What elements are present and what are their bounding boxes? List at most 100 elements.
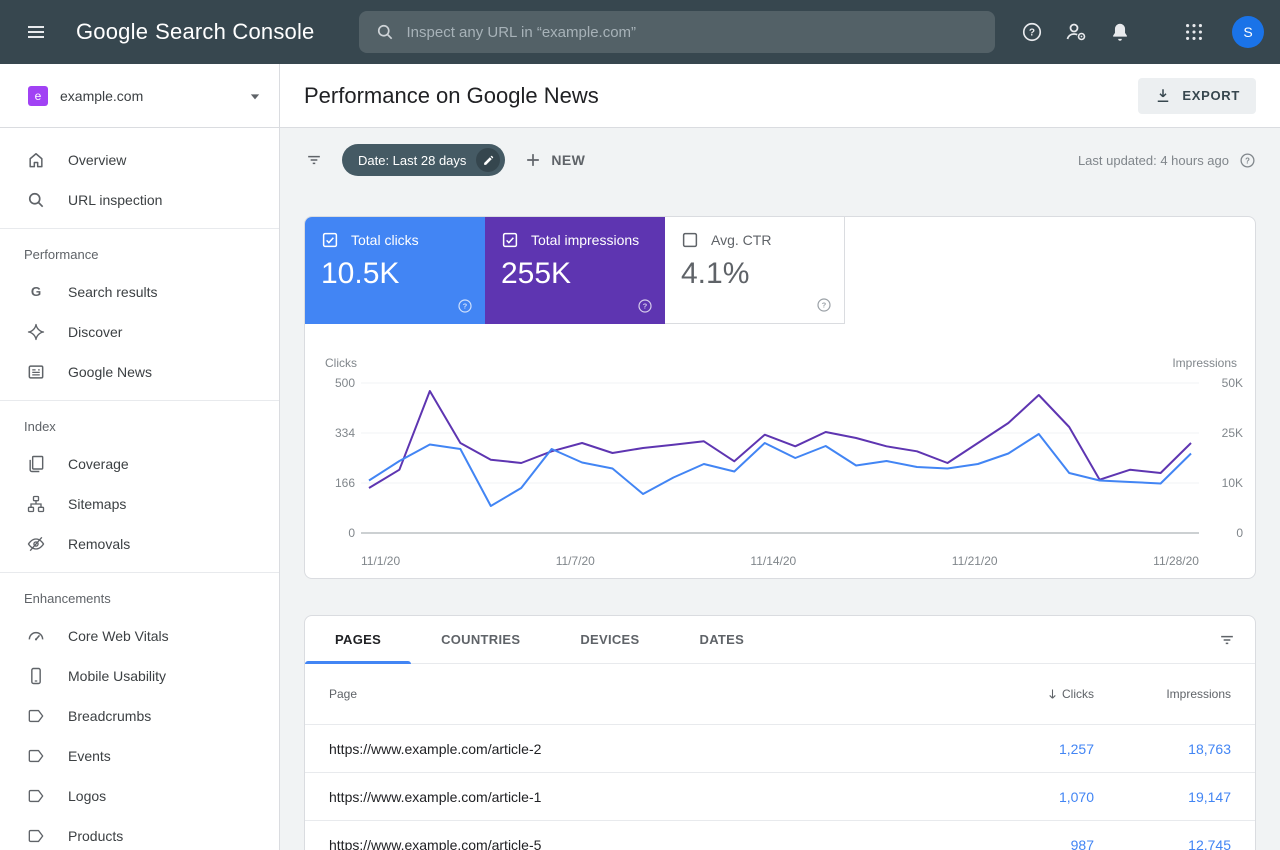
column-header-impressions[interactable]: Impressions	[1094, 687, 1231, 701]
help-button[interactable]	[1012, 12, 1052, 52]
clicks-value: 987	[1070, 836, 1094, 850]
column-label: Clicks	[1062, 687, 1094, 701]
checkbox-checked-icon	[321, 231, 339, 249]
topbar-actions: S	[1012, 12, 1264, 52]
logo-product-name: Search Console	[155, 19, 315, 44]
sidebar-item-url-inspection[interactable]: URL inspection	[0, 180, 279, 220]
avg-ctr-card[interactable]: Avg. CTR 4.1%	[665, 217, 845, 324]
metric-label: Total clicks	[351, 232, 419, 248]
sparkle-icon	[26, 322, 46, 342]
nav-label: URL inspection	[68, 192, 163, 208]
tab-devices[interactable]: DEVICES	[550, 616, 669, 664]
url-inspect-searchbar[interactable]	[358, 11, 995, 53]
performance-chart: Clicks Impressions 500 334 166 0 50K 25K…	[305, 324, 1255, 578]
sidebar-item-core-web-vitals[interactable]: Core Web Vitals	[0, 616, 279, 656]
clicks-value: 1,070	[1058, 788, 1094, 805]
tab-countries[interactable]: COUNTRIES	[411, 616, 550, 664]
section-performance: Performance Search results Discover Goog…	[0, 228, 279, 392]
pages-icon	[26, 454, 46, 474]
y-tick: 0	[348, 526, 355, 540]
main-content: Performance on Google News EXPORT Date: …	[280, 64, 1280, 850]
nav-label: Events	[68, 748, 111, 764]
chart-plot[interactable]	[361, 380, 1199, 536]
page-url: https://www.example.com/article-2	[329, 740, 542, 757]
notifications-button[interactable]	[1100, 12, 1140, 52]
last-updated-help[interactable]	[1239, 152, 1256, 169]
account-avatar[interactable]: S	[1232, 16, 1264, 48]
menu-button[interactable]	[16, 12, 56, 52]
manage-users-button[interactable]	[1056, 12, 1096, 52]
sitemap-tree-icon	[26, 494, 46, 514]
tag-icon	[26, 786, 46, 806]
filter-bar: Date: Last 28 days NEW Last updated: 4 h…	[280, 128, 1280, 192]
question-icon[interactable]	[816, 297, 832, 313]
impressions-value: 12,745	[1188, 836, 1231, 850]
filter-icon	[304, 150, 324, 170]
table-filter-button[interactable]	[1207, 620, 1247, 660]
edit-date-button[interactable]	[476, 148, 501, 172]
question-icon	[1239, 152, 1256, 169]
table-row[interactable]: https://www.example.com/article-2 1,257 …	[305, 724, 1255, 772]
tag-icon	[26, 826, 46, 846]
nav-label: Logos	[68, 788, 107, 804]
sidebar-item-sitemaps[interactable]: Sitemaps	[0, 484, 279, 524]
performance-panel: Total clicks 10.5K Total impressions 255…	[304, 216, 1256, 579]
card-header: Avg. CTR	[681, 231, 828, 249]
sidebar-item-overview[interactable]: Overview	[0, 140, 279, 180]
sidebar-item-coverage[interactable]: Coverage	[0, 444, 279, 484]
sort-desc-icon	[1045, 687, 1060, 702]
nav-label: Coverage	[68, 456, 129, 472]
date-filter-label: Date: Last 28 days	[358, 152, 467, 168]
right-axis-title: Impressions	[1172, 356, 1237, 370]
sidebar-item-logos[interactable]: Logos	[0, 776, 279, 816]
sidebar-item-discover[interactable]: Discover	[0, 312, 279, 352]
url-inspect-input[interactable]	[406, 23, 979, 41]
table-header-row: Page Clicks Impressions	[305, 664, 1255, 724]
sidebar-item-breadcrumbs[interactable]: Breadcrumbs	[0, 696, 279, 736]
column-header-clicks[interactable]: Clicks	[974, 687, 1094, 702]
nav-label: Mobile Usability	[68, 668, 167, 684]
google-g-icon	[26, 282, 46, 302]
left-axis-title: Clicks	[325, 356, 357, 370]
page-url: https://www.example.com/article-5	[329, 836, 542, 850]
google-apps-button[interactable]	[1174, 12, 1214, 52]
checkbox-unchecked-icon	[681, 231, 699, 249]
nav-label: Overview	[68, 152, 127, 168]
new-filter-button[interactable]: NEW	[523, 150, 585, 170]
sidebar-item-mobile-usability[interactable]: Mobile Usability	[0, 656, 279, 696]
column-header-page[interactable]: Page	[329, 687, 974, 701]
property-badge: e	[28, 85, 48, 106]
property-selector[interactable]: e example.com	[0, 64, 279, 128]
download-icon	[1154, 87, 1172, 105]
apps-grid-icon	[1183, 21, 1205, 43]
sidebar: e example.com Overview URL inspection Pe…	[0, 64, 280, 850]
tab-dates[interactable]: DATES	[670, 616, 775, 664]
sidebar-item-removals[interactable]: Removals	[0, 524, 279, 564]
page-title: Performance on Google News	[304, 82, 599, 108]
question-icon[interactable]	[637, 298, 653, 314]
total-clicks-card[interactable]: Total clicks 10.5K	[305, 217, 485, 324]
total-impressions-card[interactable]: Total impressions 255K	[485, 217, 665, 324]
nav-label: Sitemaps	[68, 496, 127, 512]
date-filter-chip[interactable]: Date: Last 28 days	[342, 144, 506, 176]
question-icon[interactable]	[457, 298, 473, 314]
checkbox-checked-icon	[501, 231, 519, 249]
sidebar-item-events[interactable]: Events	[0, 736, 279, 776]
sidebar-item-search-results[interactable]: Search results	[0, 272, 279, 312]
table-row[interactable]: https://www.example.com/article-5 987 12…	[305, 820, 1255, 850]
tab-label: DEVICES	[580, 632, 640, 647]
tab-pages[interactable]: PAGES	[305, 616, 412, 664]
table-row[interactable]: https://www.example.com/article-1 1,070 …	[305, 772, 1255, 820]
x-tick: 11/28/20	[1153, 554, 1199, 568]
breakdown-tabs: PAGES COUNTRIES DEVICES DATES	[305, 616, 1255, 664]
sidebar-item-google-news[interactable]: Google News	[0, 352, 279, 392]
gauge-icon	[26, 626, 46, 646]
export-button[interactable]: EXPORT	[1138, 77, 1256, 114]
sidebar-item-products[interactable]: Products	[0, 816, 279, 850]
new-filter-label: NEW	[551, 152, 586, 168]
y-tick: 25K	[1221, 426, 1243, 440]
card-header: Total clicks	[321, 231, 469, 249]
x-tick: 11/7/20	[555, 554, 595, 568]
tag-icon	[26, 746, 46, 766]
page-header: Performance on Google News EXPORT	[280, 64, 1280, 128]
